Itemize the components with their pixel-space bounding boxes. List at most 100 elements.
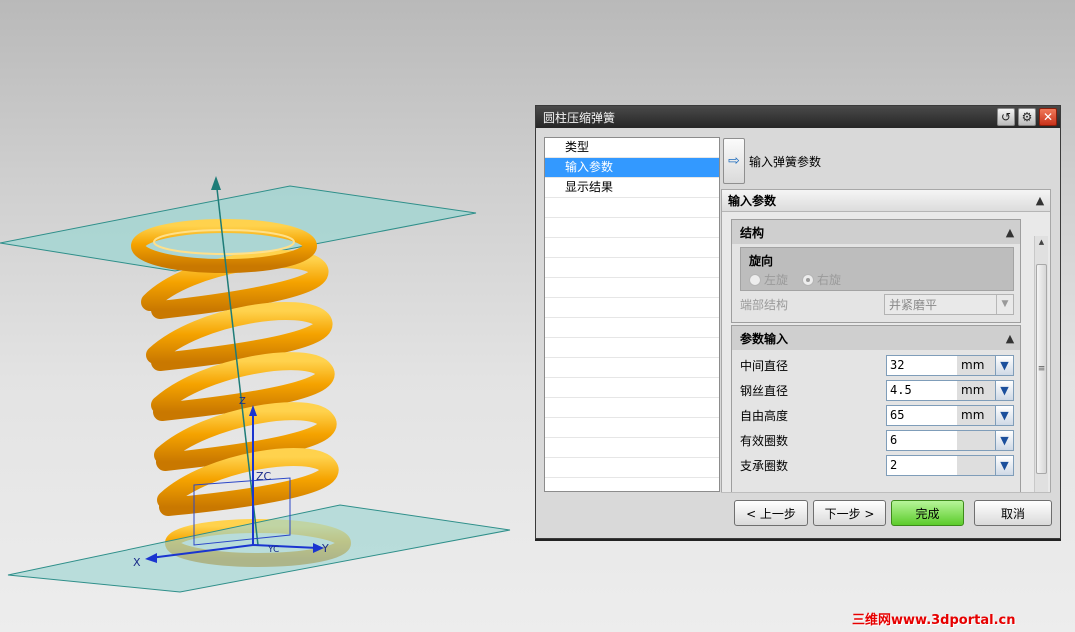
active-coils-field[interactable]: 6 ▼ — [886, 430, 1014, 451]
rotation-direction-group: 旋向 左旋 右旋 — [740, 247, 1014, 291]
yc-axis-label: YC — [267, 545, 279, 555]
step-item-type[interactable]: 类型 — [545, 138, 719, 158]
wire-diameter-label: 钢丝直径 — [740, 384, 789, 398]
finish-button[interactable]: 完成 — [891, 500, 964, 526]
dialog-titlebar[interactable]: 圆柱压缩弹簧 ↺ ⚙ ✕ — [536, 106, 1060, 128]
free-height-label: 自由高度 — [740, 409, 789, 423]
step-list-empty-row — [545, 398, 719, 418]
end-structure-row: 端部结构 并紧磨平 ▼ — [740, 291, 1014, 317]
chevron-down-icon: ▼ — [996, 294, 1013, 314]
step-item-show-result[interactable]: 显示结果 — [545, 178, 719, 198]
support-coils-label: 支承圈数 — [740, 459, 789, 473]
step-list-empty-row — [545, 218, 719, 238]
step-list-empty-row — [545, 198, 719, 218]
free-height-field[interactable]: 65 mm ▼ — [886, 405, 1014, 426]
end-structure-value: 并紧磨平 — [889, 297, 938, 312]
step-list-empty-row — [545, 238, 719, 258]
cancel-button[interactable]: 取消 — [974, 500, 1052, 526]
y-axis-label: Y — [321, 542, 329, 555]
arrow-down-icon[interactable]: ▼ — [995, 456, 1013, 475]
end-structure-label: 端部结构 — [740, 297, 789, 312]
axis-arrow-head — [211, 176, 221, 190]
step-item-input-params[interactable]: 输入参数 — [545, 158, 719, 178]
dialog-title: 圆柱压缩弹簧 — [543, 110, 616, 125]
mean-diameter-unit: mm — [957, 356, 995, 375]
input-params-title: 输入参数 — [728, 194, 777, 208]
reset-icon[interactable]: ↺ — [997, 108, 1015, 126]
bottom-datum-plane[interactable] — [7, 504, 511, 593]
step-content-area: ⇨ 输入弹簧参数 输入参数 ▲ 结构 ▲ 旋向 左旋 右旋 端部结构 并紧磨平 … — [721, 137, 1051, 493]
step-list-empty-row — [545, 358, 719, 378]
step-list-empty-row — [545, 378, 719, 398]
param-input-group-title: 参数输入 — [740, 331, 789, 346]
param-input-group: 参数输入 ▲ 中间直径 32 mm ▼ 钢丝直径 4.5 mm ▼ 自由高度 6… — [731, 325, 1021, 492]
arrow-down-icon[interactable]: ▼ — [995, 431, 1013, 450]
step-list-empty-row — [545, 438, 719, 458]
mean-diameter-row: 中间直径 32 mm ▼ — [740, 353, 1014, 378]
step-header: ⇨ 输入弹簧参数 — [721, 137, 1051, 185]
free-height-unit: mm — [957, 406, 995, 425]
close-icon[interactable]: ✕ — [1039, 108, 1057, 126]
mean-diameter-field[interactable]: 32 mm ▼ — [886, 355, 1014, 376]
wire-diameter-unit: mm — [957, 381, 995, 400]
input-params-header[interactable]: 输入参数 ▲ — [722, 190, 1050, 212]
wire-diameter-value[interactable]: 4.5 — [887, 381, 957, 400]
wire-diameter-field[interactable]: 4.5 mm ▼ — [886, 380, 1014, 401]
radio-checked-icon — [802, 273, 815, 286]
support-coils-value[interactable]: 2 — [887, 456, 957, 475]
structure-group-title: 结构 — [740, 225, 765, 240]
support-coils-row: 支承圈数 2 ▼ — [740, 453, 1014, 478]
free-height-row: 自由高度 65 mm ▼ — [740, 403, 1014, 428]
radio-unchecked-icon — [749, 273, 761, 286]
scroll-up-icon[interactable]: ▲ — [1035, 236, 1048, 248]
structure-group: 结构 ▲ 旋向 左旋 右旋 端部结构 并紧磨平 ▼ — [731, 219, 1021, 323]
rotation-direction-title: 旋向 — [749, 254, 774, 268]
step-header-label: 输入弹簧参数 — [749, 154, 822, 169]
scrollbar-thumb[interactable]: ≡ — [1036, 264, 1047, 474]
compression-spring-dialog: 圆柱压缩弹簧 ↺ ⚙ ✕ 类型 输入参数 显示结果 ⇨ 输入弹簧参数 输入参数 … — [535, 105, 1061, 539]
site-watermark: 三维网www.3dportal.cn — [852, 613, 1016, 628]
step-list: 类型 输入参数 显示结果 — [544, 137, 720, 492]
next-button[interactable]: 下一步 > — [813, 500, 886, 526]
mean-diameter-value[interactable]: 32 — [887, 356, 957, 375]
active-coils-value[interactable]: 6 — [887, 431, 957, 450]
step-list-empty-row — [545, 258, 719, 278]
right-hand-label: 右旋 — [817, 273, 842, 287]
gear-icon[interactable]: ⚙ — [1018, 108, 1036, 126]
wire-diameter-row: 钢丝直径 4.5 mm ▼ — [740, 378, 1014, 403]
arrow-right-icon[interactable]: ⇨ — [723, 138, 745, 184]
free-height-value[interactable]: 65 — [887, 406, 957, 425]
active-coils-row: 有效圈数 6 ▼ — [740, 428, 1014, 453]
back-button[interactable]: < 上一步 — [734, 500, 808, 526]
step-list-empty-row — [545, 298, 719, 318]
step-list-empty-row — [545, 458, 719, 478]
support-coils-field[interactable]: 2 ▼ — [886, 455, 1014, 476]
step-list-empty-row — [545, 318, 719, 338]
right-hand-radio[interactable]: 右旋 — [802, 271, 841, 288]
dialog-footer: < 上一步 下一步 > 完成 取消 — [734, 500, 1057, 526]
arrow-down-icon[interactable]: ▼ — [995, 356, 1013, 375]
input-params-panel: 输入参数 ▲ 结构 ▲ 旋向 左旋 右旋 端部结构 并紧磨平 ▼ 参数输入 ▲ … — [721, 189, 1051, 493]
z-axis-label: Z — [239, 396, 246, 407]
left-hand-radio[interactable]: 左旋 — [749, 271, 788, 288]
active-coils-label: 有效圈数 — [740, 434, 789, 448]
params-scrollbar[interactable]: ▲ ≡ ▼ — [1034, 236, 1048, 492]
arrow-down-icon[interactable]: ▼ — [995, 406, 1013, 425]
chevron-up-icon[interactable]: ▲ — [1030, 191, 1050, 211]
structure-group-header[interactable]: 结构 ▲ — [732, 220, 1020, 244]
support-coils-unit — [957, 456, 995, 475]
end-structure-select[interactable]: 并紧磨平 ▼ — [884, 293, 1014, 315]
x-axis-label: X — [133, 556, 141, 569]
left-hand-label: 左旋 — [764, 273, 789, 287]
step-list-empty-row — [545, 418, 719, 438]
chevron-up-icon[interactable]: ▲ — [1000, 328, 1020, 348]
mean-diameter-label: 中间直径 — [740, 359, 789, 373]
params-scroll-area[interactable]: 结构 ▲ 旋向 左旋 右旋 端部结构 并紧磨平 ▼ 参数输入 ▲ 中间直径 32… — [722, 213, 1050, 492]
arrow-down-icon[interactable]: ▼ — [995, 381, 1013, 400]
chevron-up-icon[interactable]: ▲ — [1000, 222, 1020, 242]
param-input-group-header[interactable]: 参数输入 ▲ — [732, 326, 1020, 350]
active-coils-unit — [957, 431, 995, 450]
zc-axis-label: ZC — [256, 470, 272, 483]
step-list-empty-row — [545, 278, 719, 298]
step-list-empty-row — [545, 338, 719, 358]
